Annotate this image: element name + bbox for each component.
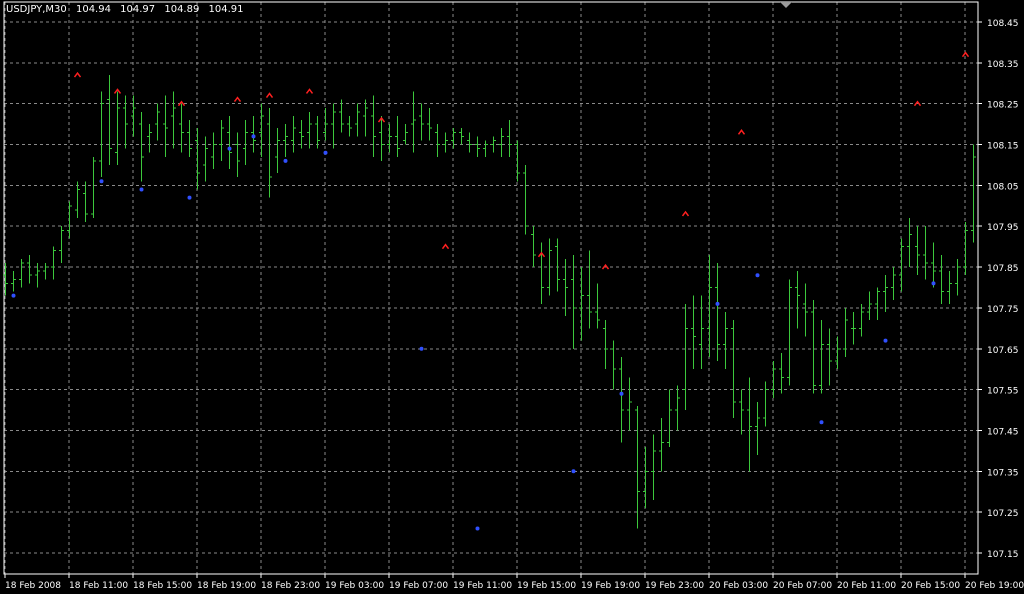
fractal-down-marker	[99, 179, 104, 184]
y-tick-label: 107.85	[987, 264, 1019, 274]
x-tick-label: 19 Feb 19:00	[581, 581, 640, 591]
y-tick-label: 107.95	[987, 223, 1019, 233]
x-tick-label: 18 Feb 15:00	[133, 581, 192, 591]
x-tick-label: 19 Feb 03:00	[325, 581, 384, 591]
fractal-down-marker	[323, 150, 328, 155]
y-tick-label: 107.65	[987, 346, 1019, 356]
x-tick-label: 20 Feb 15:00	[901, 581, 960, 591]
y-tick-label: 107.25	[987, 509, 1019, 519]
fractal-down-marker	[187, 195, 192, 200]
chart-background	[0, 0, 1024, 594]
x-tick-label: 18 Feb 23:00	[261, 581, 320, 591]
fractal-down-marker	[931, 281, 936, 286]
x-tick-label: 20 Feb 19:00	[965, 581, 1024, 591]
fractal-down-marker	[755, 273, 760, 278]
fractal-down-marker	[251, 134, 256, 139]
x-tick-label: 20 Feb 07:00	[773, 581, 832, 591]
fractal-down-marker	[715, 301, 720, 306]
fractal-down-marker	[475, 526, 480, 531]
y-tick-label: 107.75	[987, 305, 1019, 315]
x-tick-label: 18 Feb 2008	[5, 581, 61, 591]
y-tick-label: 108.05	[987, 182, 1019, 192]
low-value: 104.89	[164, 4, 200, 15]
x-tick-label: 20 Feb 03:00	[709, 581, 768, 591]
y-tick-label: 108.45	[987, 19, 1019, 29]
y-tick-label: 108.25	[987, 101, 1019, 111]
close-value: 104.91	[208, 4, 244, 15]
chart-header: USDJPY,M30 104.94 104.97 104.89 104.91	[6, 4, 250, 15]
open-value: 104.94	[75, 4, 111, 15]
x-tick-label: 19 Feb 11:00	[453, 581, 512, 591]
fractal-down-marker	[139, 187, 144, 192]
y-tick-label: 107.55	[987, 387, 1019, 397]
x-tick-label: 18 Feb 19:00	[197, 581, 256, 591]
x-tick-label: 19 Feb 07:00	[389, 581, 448, 591]
y-tick-label: 107.15	[987, 550, 1019, 560]
fractal-down-marker	[11, 293, 16, 298]
fractal-down-marker	[819, 420, 824, 425]
fractal-down-marker	[227, 146, 232, 151]
x-tick-label: 18 Feb 11:00	[69, 581, 128, 591]
fractal-down-marker	[619, 391, 624, 396]
high-value: 104.97	[120, 4, 156, 15]
fractal-down-marker	[571, 469, 576, 474]
x-tick-label: 19 Feb 15:00	[517, 581, 576, 591]
y-tick-label: 107.35	[987, 468, 1019, 478]
y-tick-label: 107.45	[987, 427, 1019, 437]
fractal-down-marker	[883, 338, 888, 343]
y-tick-label: 108.15	[987, 142, 1019, 152]
symbol-label: USDJPY,M30	[6, 4, 67, 15]
fractal-down-marker	[419, 346, 424, 351]
x-tick-label: 20 Feb 11:00	[837, 581, 896, 591]
x-tick-label: 19 Feb 23:00	[645, 581, 704, 591]
price-chart[interactable]: 108.45 108.35 108.25 108.15 108.05 107.95 107.…	[0, 0, 1024, 594]
fractal-down-marker	[283, 158, 288, 163]
y-tick-label: 108.35	[987, 60, 1019, 70]
